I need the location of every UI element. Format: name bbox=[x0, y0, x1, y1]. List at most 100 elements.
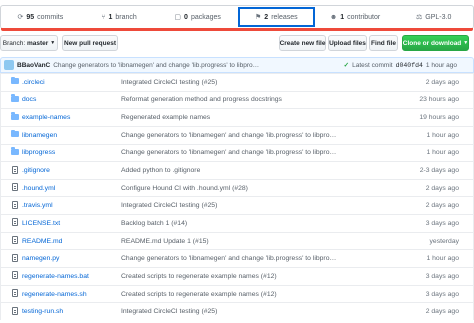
file-name-link[interactable]: libnamegen bbox=[22, 132, 57, 139]
file-commit-message[interactable]: Integrated CircleCI testing (#25) bbox=[121, 308, 217, 315]
file-icon bbox=[11, 271, 19, 281]
file-row: example-names Regenerated example names 19… bbox=[1, 108, 473, 126]
stat-branches[interactable]: ⑂ 1 branch bbox=[80, 6, 159, 28]
file-row: .gitignore Added python to .gitignore 2-3 … bbox=[1, 161, 473, 179]
avatar[interactable] bbox=[4, 60, 14, 70]
latest-commit-prefix: Latest commit bbox=[352, 61, 393, 69]
clone-download-label: Clone or download bbox=[402, 39, 462, 47]
file-commit-message[interactable]: Change generators to 'libnamegen' and ch… bbox=[121, 149, 336, 156]
file-commit-age: 2 days ago bbox=[425, 78, 459, 86]
file-commit-age: 19 hours ago bbox=[419, 114, 459, 122]
file-name-link[interactable]: LICENSE.txt bbox=[22, 220, 60, 227]
file-commit-message[interactable]: Change generators to 'libnamegen' and ch… bbox=[121, 132, 336, 139]
file-navigation: Branch: master ▼ New pull request Create … bbox=[0, 35, 474, 53]
stat-releases[interactable]: ⚑ 2 releases bbox=[237, 6, 316, 28]
file-commit-message[interactable]: Created scripts to regenerate example na… bbox=[121, 291, 277, 298]
stat-packages[interactable]: ▢ 0 packages bbox=[158, 6, 237, 28]
upload-files-button[interactable]: Upload files bbox=[328, 35, 367, 51]
file-commit-message[interactable]: Backlog batch 1 (#14) bbox=[121, 220, 187, 227]
commits-icon: ⟳ bbox=[17, 14, 24, 21]
clone-download-button[interactable]: Clone or download ▼ bbox=[402, 35, 469, 51]
folder-icon bbox=[11, 112, 19, 122]
file-name-link[interactable]: README.md bbox=[22, 238, 62, 245]
file-commit-age: yesterday bbox=[429, 237, 459, 245]
file-icon bbox=[11, 306, 19, 317]
file-commit-age: 3 days ago bbox=[425, 272, 459, 280]
commits-label: commits bbox=[37, 13, 64, 21]
file-icon bbox=[11, 183, 19, 193]
stat-license[interactable]: ⚖ GPL-3.0 bbox=[394, 6, 473, 28]
file-commit-message[interactable]: Integrated CircleCI testing (#25) bbox=[121, 202, 217, 209]
stat-commits[interactable]: ⟳ 95 commits bbox=[1, 6, 80, 28]
new-pull-request-button[interactable]: New pull request bbox=[62, 35, 118, 51]
file-row: regenerate-names.sh Created scripts to re… bbox=[1, 284, 473, 303]
find-file-button[interactable]: Find file bbox=[369, 35, 398, 51]
file-commit-age: 2-3 days ago bbox=[419, 167, 459, 175]
license-label: GPL-3.0 bbox=[425, 13, 452, 21]
file-row: libnamegen Change generators to 'libnameg… bbox=[1, 125, 473, 144]
branch-icon: ⑂ bbox=[101, 13, 106, 21]
file-commit-message[interactable]: README.md Update 1 (#15) bbox=[121, 238, 209, 245]
folder-icon bbox=[11, 147, 19, 157]
file-name-link[interactable]: .gitignore bbox=[22, 167, 50, 174]
caret-down-icon: ▼ bbox=[50, 40, 56, 46]
folder-icon bbox=[11, 129, 19, 139]
law-icon: ⚖ bbox=[416, 14, 423, 21]
file-name-link[interactable]: example-names bbox=[22, 114, 70, 121]
file-name-link[interactable]: .circleci bbox=[22, 79, 45, 86]
commit-author[interactable]: BBaoVanC bbox=[17, 62, 50, 69]
file-row: docs Reformat generation method and progr… bbox=[1, 90, 473, 109]
file-row: .hound.yml Configure Hound CI with .hound… bbox=[1, 178, 473, 197]
file-commit-message[interactable]: Regenerated example names bbox=[121, 114, 210, 121]
file-commit-age: 2 days ago bbox=[425, 184, 459, 192]
file-commit-message[interactable]: Added python to .gitignore bbox=[121, 167, 200, 174]
file-name-link[interactable]: regenerate-names.sh bbox=[22, 291, 87, 298]
file-name-link[interactable]: .travis.yml bbox=[22, 202, 53, 209]
stat-contributors[interactable]: ☻ 1 contributor bbox=[316, 6, 395, 28]
folder-icon bbox=[11, 76, 19, 86]
packages-count: 0 bbox=[184, 13, 188, 21]
file-commit-message[interactable]: Change generators to 'libnamegen' and ch… bbox=[121, 255, 336, 262]
file-name-link[interactable]: namegen.py bbox=[22, 255, 59, 262]
file-commit-age: 3 days ago bbox=[425, 219, 459, 227]
file-row: namegen.py Change generators to 'libnameg… bbox=[1, 249, 473, 267]
language-bar[interactable] bbox=[1, 28, 473, 31]
commit-sha-link[interactable]: d040fd4 bbox=[396, 62, 423, 69]
create-new-file-button[interactable]: Create new file bbox=[279, 35, 326, 51]
file-commit-message[interactable]: Configure Hound CI with .hound.yml (#28) bbox=[121, 185, 248, 192]
file-icon bbox=[11, 218, 19, 228]
branches-label: branch bbox=[115, 13, 137, 21]
packages-label: packages bbox=[190, 13, 221, 21]
file-name-link[interactable]: regenerate-names.bat bbox=[22, 273, 89, 280]
file-name-link[interactable]: libprogress bbox=[22, 149, 55, 156]
file-commit-age: 1 hour ago bbox=[426, 131, 459, 139]
file-commit-age: 2 days ago bbox=[425, 202, 459, 210]
branch-label: Branch: bbox=[2, 39, 26, 47]
latest-commit-bar: BBaoVanC Change generators to 'libnamege… bbox=[0, 57, 474, 73]
file-name-link[interactable]: docs bbox=[22, 96, 36, 103]
branch-select-button[interactable]: Branch: master ▼ bbox=[0, 35, 58, 51]
package-icon: ▢ bbox=[174, 14, 182, 21]
commit-message[interactable]: Change generators to 'libnamegen' and ch… bbox=[53, 62, 259, 69]
file-commit-message[interactable]: Reformat generation method and progress … bbox=[121, 96, 282, 103]
file-name-link[interactable]: testing-run.sh bbox=[22, 308, 63, 315]
tag-icon: ⚑ bbox=[255, 14, 262, 21]
releases-count: 2 bbox=[264, 13, 269, 21]
file-list: .circleci Integrated CircleCI testing (#2… bbox=[0, 73, 474, 320]
folder-icon bbox=[11, 94, 19, 104]
file-commit-age: 1 hour ago bbox=[426, 149, 459, 157]
commits-count: 95 bbox=[26, 13, 35, 21]
check-icon[interactable]: ✓ bbox=[344, 61, 349, 69]
file-name-link[interactable]: .hound.yml bbox=[22, 185, 55, 192]
contributors-count: 1 bbox=[340, 13, 345, 21]
file-row: .travis.yml Integrated CircleCI testing (… bbox=[1, 196, 473, 214]
file-icon bbox=[11, 289, 19, 299]
file-row: README.md README.md Update 1 (#15) yesterd… bbox=[1, 231, 473, 250]
file-commit-age: 23 hours ago bbox=[419, 96, 459, 104]
file-icon bbox=[11, 200, 19, 211]
file-icon bbox=[11, 165, 19, 176]
file-commit-message[interactable]: Integrated CircleCI testing (#25) bbox=[121, 79, 217, 86]
file-commit-age: 1 hour ago bbox=[426, 255, 459, 263]
file-icon bbox=[11, 236, 19, 246]
file-commit-message[interactable]: Created scripts to regenerate example na… bbox=[121, 273, 277, 280]
